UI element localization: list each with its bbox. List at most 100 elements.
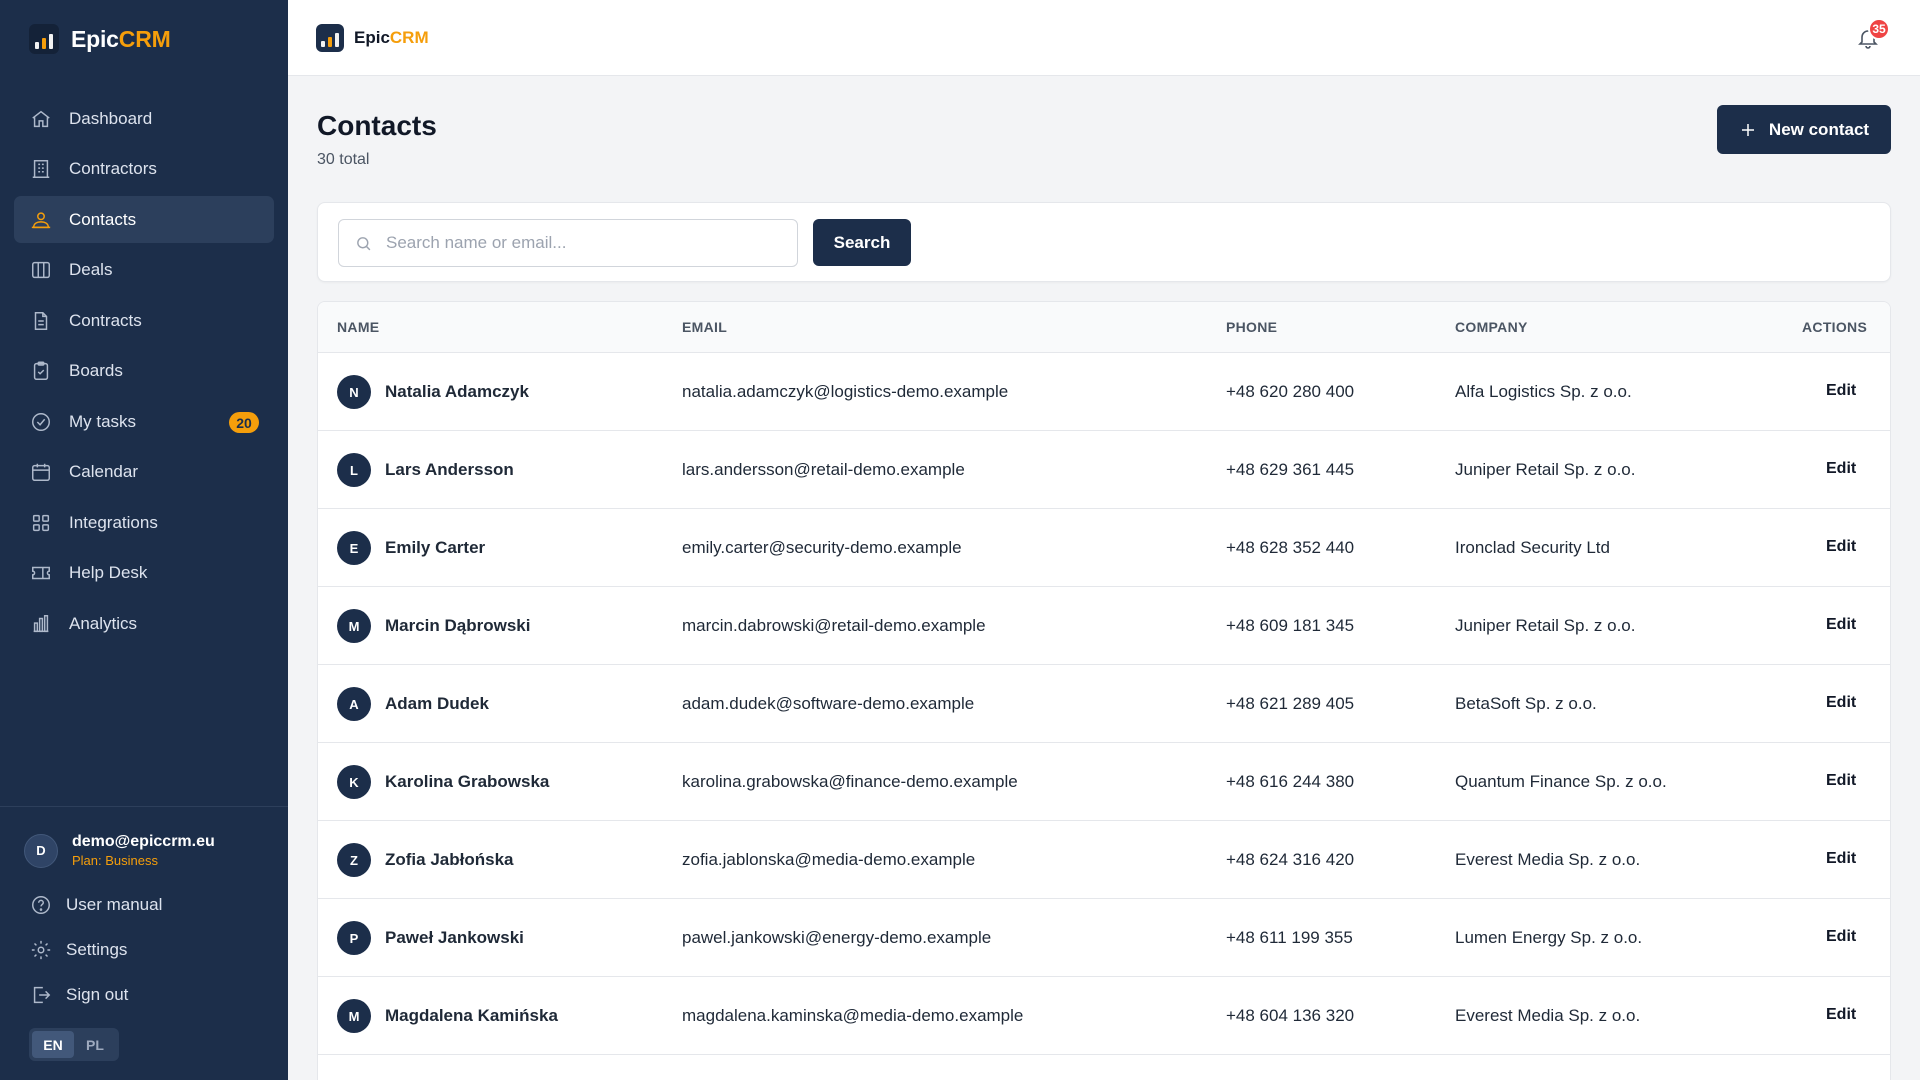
edit-button[interactable]: Edit: [1826, 460, 1856, 478]
avatar: Z: [337, 843, 371, 877]
contact-company: Lumen Energy Sp. z o.o.: [1455, 928, 1643, 947]
table-row[interactable]: Z Zofia Jabłońska zofia.jablonska@media-de…: [318, 821, 1890, 899]
table-row[interactable]: N Natalia Adamczyk natalia.adamczyk@logist…: [318, 353, 1890, 431]
contact-company: Everest Media Sp. z o.o.: [1455, 850, 1641, 869]
check-circle-icon: [30, 411, 52, 433]
column-header-phone[interactable]: PHONE: [1226, 319, 1277, 335]
user-profile[interactable]: D demo@epiccrm.eu Plan: Business: [24, 833, 215, 868]
sidebar-item-label: Integrations: [69, 512, 158, 532]
contact-phone: +48 616 244 380: [1226, 772, 1355, 791]
contact-name[interactable]: Adam Dudek: [385, 694, 489, 714]
sidebar-item-deals[interactable]: Deals: [14, 247, 274, 294]
contact-email: zofia.jablonska@media-demo.example: [682, 850, 976, 869]
sidebar: EpicCRM Dashboard Contractors Contacts D…: [0, 0, 288, 1080]
contact-name[interactable]: Emily Carter: [385, 538, 485, 558]
contact-email: karolina.grabowska@finance-demo.example: [682, 772, 1018, 791]
table-row[interactable]: K Karolina Grabowska karolina.grabowska@fi…: [318, 743, 1890, 821]
sidebar-item-contractors[interactable]: Contractors: [14, 146, 274, 193]
sidebar-item-contacts[interactable]: Contacts: [14, 196, 274, 243]
contact-name-cell: M Magdalena Kamińska: [337, 999, 558, 1033]
sidebar-item-help-desk[interactable]: Help Desk: [14, 550, 274, 597]
lang-en-button[interactable]: EN: [32, 1031, 74, 1058]
edit-button[interactable]: Edit: [1826, 382, 1856, 400]
table-header: NAME EMAIL PHONE COMPANY ACTIONS: [318, 302, 1890, 353]
bar-chart-icon: [30, 613, 52, 635]
contact-company: Everest Media Sp. z o.o.: [1455, 1006, 1641, 1025]
sidebar-item-label: Calendar: [69, 462, 138, 481]
table-row[interactable]: L Lars Andersson lars.andersson@retail-dem…: [318, 431, 1890, 509]
column-header-name[interactable]: NAME: [337, 319, 379, 335]
column-header-company[interactable]: COMPANY: [1455, 319, 1528, 335]
building-icon: [30, 158, 52, 180]
contact-name[interactable]: Marcin Dąbrowski: [385, 616, 531, 636]
topbar-brand[interactable]: EpicCRM: [316, 24, 429, 52]
brand-name: EpicCRM: [71, 25, 171, 52]
search-icon: [357, 236, 371, 250]
table-row[interactable]: E Emily Carter emily.carter@security-demo.…: [318, 509, 1890, 587]
contact-email: emily.carter@security-demo.example: [682, 538, 962, 557]
search-field[interactable]: [338, 219, 798, 267]
contact-name[interactable]: Zofia Jabłońska: [385, 850, 513, 870]
contact-name-cell: N Natalia Adamczyk: [337, 375, 529, 409]
contact-name[interactable]: Lars Andersson: [385, 460, 514, 480]
contact-name[interactable]: Karolina Grabowska: [385, 772, 549, 792]
contact-company: Juniper Retail Sp. z o.o.: [1455, 460, 1636, 479]
notifications-button[interactable]: 35: [1856, 18, 1890, 52]
search-input[interactable]: [386, 233, 786, 253]
new-contact-button[interactable]: New contact: [1717, 105, 1891, 154]
sidebar-item-label: Boards: [69, 361, 123, 380]
sidebar-item-my-tasks[interactable]: My tasks 20: [14, 398, 274, 445]
sidebar-item-analytics[interactable]: Analytics: [14, 600, 274, 647]
settings-label: Settings: [66, 940, 128, 959]
home-icon: [30, 108, 52, 130]
avatar: D: [24, 833, 58, 868]
edit-button[interactable]: Edit: [1826, 694, 1856, 712]
settings-link[interactable]: Settings: [30, 939, 127, 961]
contact-phone: +48 620 280 400: [1226, 382, 1355, 401]
sign-out-link[interactable]: Sign out: [30, 984, 128, 1006]
user-manual-label: User manual: [66, 895, 163, 914]
sidebar-brand[interactable]: EpicCRM: [29, 24, 171, 54]
sidebar-item-contracts[interactable]: Contracts: [14, 297, 274, 344]
table-row[interactable]: M Marcin Dąbrowski marcin.dabrowski@retail…: [318, 587, 1890, 665]
clipboard-icon: [30, 360, 52, 382]
tasks-count-badge: 20: [229, 412, 259, 433]
table-row[interactable]: P Paweł Jankowski pawel.jankowski@energy-d…: [318, 899, 1890, 977]
notification-count-badge: 35: [1868, 18, 1890, 40]
edit-button[interactable]: Edit: [1826, 850, 1856, 868]
sidebar-item-label: Help Desk: [69, 563, 148, 582]
edit-button[interactable]: Edit: [1826, 772, 1856, 790]
sidebar-item-label: Analytics: [69, 613, 138, 633]
contact-company: Ironclad Security Ltd: [1455, 538, 1610, 557]
sidebar-item-label: My tasks: [69, 411, 137, 431]
user-manual-link[interactable]: User manual: [30, 894, 162, 916]
edit-button[interactable]: Edit: [1826, 1006, 1856, 1024]
search-button[interactable]: Search: [813, 219, 911, 266]
sidebar-item-label: Dashboard: [69, 108, 153, 128]
sidebar-item-label: Deals: [69, 260, 113, 279]
sidebar-item-calendar[interactable]: Calendar: [14, 449, 274, 496]
contact-name[interactable]: Natalia Adamczyk: [385, 382, 529, 402]
column-header-email[interactable]: EMAIL: [682, 319, 727, 335]
edit-button[interactable]: Edit: [1826, 928, 1856, 946]
edit-button[interactable]: Edit: [1826, 616, 1856, 634]
logo-icon: [29, 24, 59, 54]
edit-button[interactable]: Edit: [1826, 538, 1856, 556]
contact-name[interactable]: Magdalena Kamińska: [385, 1006, 558, 1026]
lang-pl-button[interactable]: PL: [74, 1031, 116, 1058]
user-email: demo@epiccrm.eu: [72, 833, 215, 850]
contact-company: BetaSoft Sp. z o.o.: [1455, 694, 1597, 713]
contacts-count: 30 total: [317, 151, 370, 168]
sidebar-item-label: Contractors: [69, 159, 157, 178]
contact-email: marcin.dabrowski@retail-demo.example: [682, 616, 986, 635]
avatar: K: [337, 765, 371, 799]
table-row[interactable]: M Magdalena Kamińska magdalena.kaminska@me…: [318, 977, 1890, 1055]
sidebar-item-boards[interactable]: Boards: [14, 348, 274, 395]
gear-icon: [31, 940, 51, 960]
contact-email: magdalena.kaminska@media-demo.example: [682, 1006, 1024, 1025]
contact-name[interactable]: Paweł Jankowski: [385, 928, 524, 948]
sidebar-item-dashboard[interactable]: Dashboard: [14, 95, 274, 142]
table-row[interactable]: A Adam Dudek adam.dudek@software-demo.exam…: [318, 665, 1890, 743]
sidebar-item-integrations[interactable]: Integrations: [14, 499, 274, 546]
table-body: N Natalia Adamczyk natalia.adamczyk@logist…: [318, 353, 1890, 1055]
